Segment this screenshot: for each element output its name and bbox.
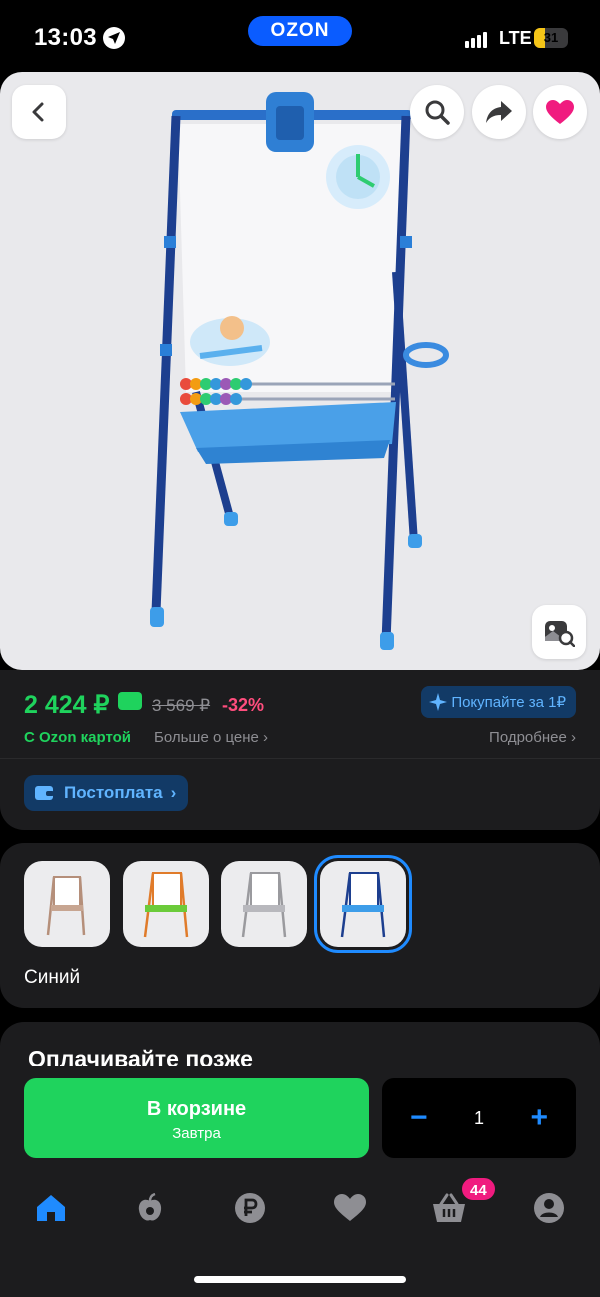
tab-home[interactable] (31, 1188, 71, 1228)
details-link[interactable]: Подробнее › (489, 729, 576, 746)
tab-fresh[interactable] (130, 1188, 170, 1228)
divider (0, 758, 600, 759)
ozon-logo: OZON (248, 16, 352, 46)
decrease-button[interactable]: − (410, 1103, 428, 1133)
share-icon (486, 101, 512, 123)
quantity-value: 1 (473, 1107, 484, 1128)
variant-thumb-green-orange[interactable] (123, 861, 209, 947)
wallet-icon (35, 786, 54, 800)
postpay-label: Постоплата (64, 783, 163, 802)
increase-button[interactable]: + (530, 1103, 548, 1133)
home-indicator (194, 1276, 406, 1283)
price-more-label: Больше о цене (154, 729, 259, 746)
ruble-icon (235, 1193, 265, 1223)
cart-count-badge: 44 (460, 1176, 497, 1202)
variant-thumb-grey[interactable] (221, 861, 307, 947)
image-search-icon (545, 621, 575, 647)
easel-thumbnail (340, 872, 386, 938)
battery-icon: 31 (534, 28, 568, 48)
ozon-card-icon (118, 692, 142, 710)
signal-icon (465, 30, 489, 48)
product-image-gallery[interactable] (0, 72, 600, 670)
details-label: Подробнее (489, 729, 567, 746)
battery-percent: 31 (543, 30, 559, 45)
delivery-label: Завтра (172, 1125, 221, 1142)
location-arrow-icon (103, 27, 125, 49)
fresh-icon (138, 1193, 162, 1221)
share-button[interactable] (472, 85, 526, 139)
favorite-button[interactable] (533, 85, 587, 139)
postpay-button[interactable]: Постоплата › (24, 775, 189, 811)
in-cart-label: В корзине (146, 1098, 247, 1120)
carrier-label: LTE (499, 28, 532, 48)
current-price: 2 424 ₽ (24, 691, 110, 719)
tab-finance[interactable] (230, 1188, 270, 1228)
profile-icon (534, 1193, 564, 1223)
status-time: 13:03 (34, 24, 97, 51)
color-variants: Синий (0, 843, 600, 1008)
quantity-stepper: − 1 + (382, 1078, 576, 1158)
in-cart-button[interactable]: В корзине Завтра (24, 1078, 369, 1158)
variant-thumb-beige[interactable] (24, 861, 110, 947)
chevron-right-icon: › (170, 783, 177, 802)
variant-thumb-blue[interactable] (314, 855, 412, 953)
old-price: 3 569 ₽ (152, 696, 211, 715)
selected-color-label: Синий (24, 967, 81, 988)
back-icon (32, 102, 44, 122)
status-bar: 13:03 OZON LTE 31 (0, 0, 600, 74)
product-image (150, 92, 449, 650)
sparkle-icon (429, 693, 448, 711)
easel-thumbnail (143, 872, 189, 938)
home-icon (37, 1195, 65, 1221)
image-search-button[interactable] (532, 605, 586, 659)
heart-icon (546, 100, 574, 124)
bottom-action-bar: В корзине Завтра − 1 + (0, 1066, 600, 1176)
chevron-right-icon: › (263, 729, 269, 746)
basket-icon (433, 1193, 465, 1222)
price-section: 2 424 ₽ 3 569 ₽ -32% Покупайте за 1₽ С O… (0, 670, 600, 830)
promo-label: Покупайте за 1₽ (451, 694, 566, 711)
search-icon (425, 100, 450, 125)
tab-profile[interactable] (529, 1188, 569, 1228)
easel-thumbnail (241, 872, 287, 938)
ozon-card-label: С Ozon картой (24, 729, 132, 746)
back-button[interactable] (12, 85, 66, 139)
search-button[interactable] (410, 85, 464, 139)
chevron-right-icon: › (571, 729, 576, 746)
discount-badge: -32% (222, 695, 265, 715)
promo-button[interactable]: Покупайте за 1₽ (421, 686, 576, 718)
price-more-link[interactable]: Больше о цене › (154, 729, 268, 746)
easel-thumbnail (46, 876, 86, 936)
heart-tab-icon (334, 1194, 366, 1221)
tab-favorites[interactable] (330, 1188, 370, 1228)
